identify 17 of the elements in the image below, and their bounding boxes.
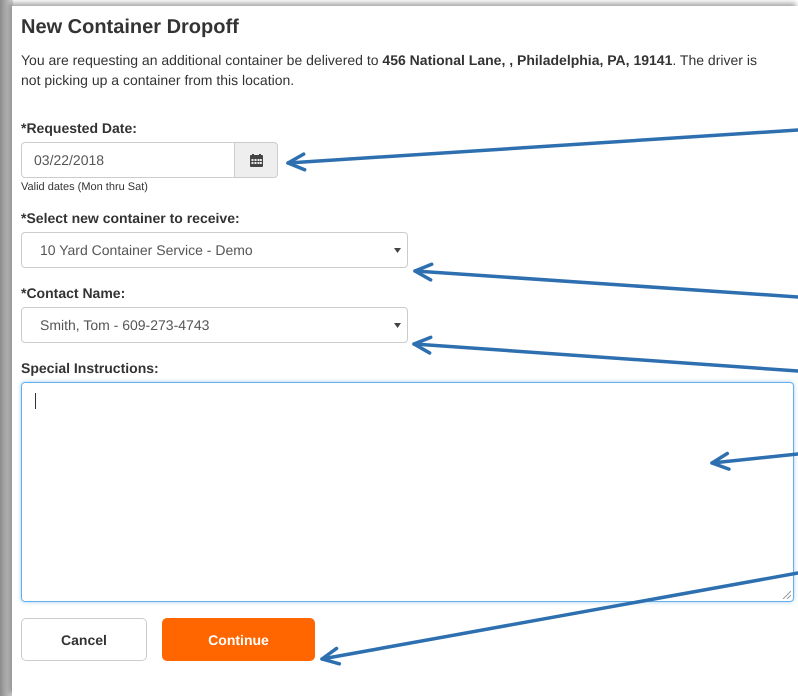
field-label: *Contact Name: xyxy=(21,285,126,301)
page-title: New Container Dropoff xyxy=(21,15,240,40)
date-field[interactable]: 03/22/2018 xyxy=(21,142,235,178)
field-label: *Requested Date: xyxy=(21,120,137,136)
cancel-button[interactable]: Cancel xyxy=(21,618,147,661)
intro-text: You are requesting an additional container be delivered to 456 National Lane, , Philadelphia, PA, 19141. The driver is not picking up a container from this location. xyxy=(21,51,758,90)
dropdown[interactable]: 10 Yard Container Service - Demo xyxy=(21,232,408,268)
caret-icon xyxy=(394,322,401,328)
field-label: *Select new container to receive: xyxy=(21,210,240,226)
resize-grip-icon[interactable] xyxy=(782,590,791,599)
dropdown[interactable]: Smith, Tom - 609-273-4743 xyxy=(21,307,408,343)
calendar-icon xyxy=(250,154,262,166)
calendar-button[interactable] xyxy=(235,142,278,178)
caret-icon xyxy=(394,248,401,252)
field-label: Special Instructions: xyxy=(21,360,159,376)
hint-text: Valid dates (Mon thru Sat) xyxy=(21,181,148,193)
instructions-field[interactable] xyxy=(21,382,794,602)
